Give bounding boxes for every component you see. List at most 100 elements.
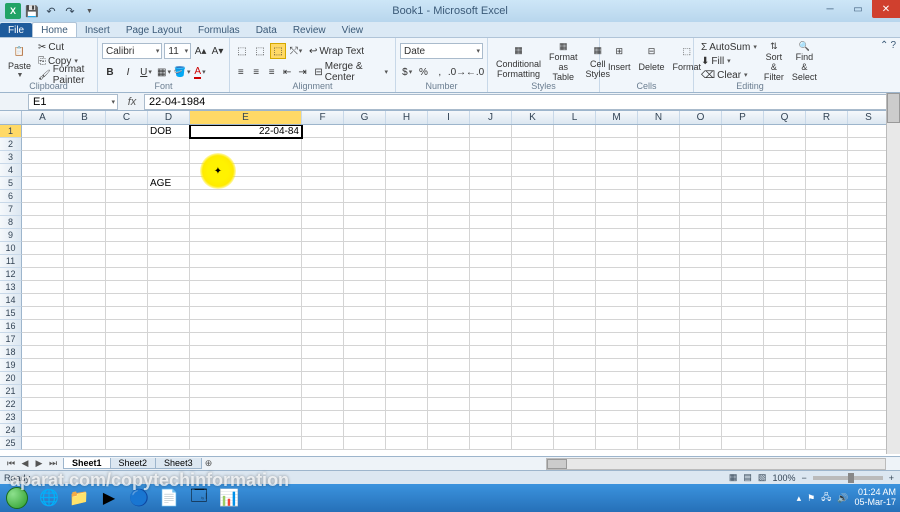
row-header-18[interactable]: 18 <box>0 346 22 359</box>
increase-indent-icon[interactable]: ⇥ <box>296 64 309 80</box>
cell-B25[interactable] <box>64 437 106 450</box>
col-header-L[interactable]: L <box>554 111 596 124</box>
cell-B14[interactable] <box>64 294 106 307</box>
align-bottom-icon[interactable]: ⬚ <box>270 43 286 59</box>
cell-D22[interactable] <box>148 398 190 411</box>
cell-H22[interactable] <box>386 398 428 411</box>
zoom-slider[interactable] <box>813 476 883 480</box>
cell-C20[interactable] <box>106 372 148 385</box>
cell-R4[interactable] <box>806 164 848 177</box>
cell-R5[interactable] <box>806 177 848 190</box>
cell-I6[interactable] <box>428 190 470 203</box>
cell-P19[interactable] <box>722 359 764 372</box>
cell-C24[interactable] <box>106 424 148 437</box>
cell-P11[interactable] <box>722 255 764 268</box>
tab-formulas[interactable]: Formulas <box>190 23 248 37</box>
cell-B3[interactable] <box>64 151 106 164</box>
cell-D17[interactable] <box>148 333 190 346</box>
cell-J15[interactable] <box>470 307 512 320</box>
cell-D24[interactable] <box>148 424 190 437</box>
cell-B1[interactable] <box>64 125 106 138</box>
cell-R1[interactable] <box>806 125 848 138</box>
cell-C14[interactable] <box>106 294 148 307</box>
cell-H25[interactable] <box>386 437 428 450</box>
cell-H13[interactable] <box>386 281 428 294</box>
border-button[interactable]: ▦▾ <box>156 64 172 80</box>
cell-G10[interactable] <box>344 242 386 255</box>
cell-L14[interactable] <box>554 294 596 307</box>
cell-E9[interactable] <box>190 229 302 242</box>
orientation-icon[interactable]: ⤲▾ <box>288 43 304 59</box>
cell-B19[interactable] <box>64 359 106 372</box>
cell-J10[interactable] <box>470 242 512 255</box>
cell-J20[interactable] <box>470 372 512 385</box>
cell-H1[interactable] <box>386 125 428 138</box>
col-header-B[interactable]: B <box>64 111 106 124</box>
cell-I5[interactable] <box>428 177 470 190</box>
cell-Q12[interactable] <box>764 268 806 281</box>
cell-E21[interactable] <box>190 385 302 398</box>
cell-L12[interactable] <box>554 268 596 281</box>
tray-flag-icon[interactable]: ⚑ <box>807 493 815 504</box>
cell-A2[interactable] <box>22 138 64 151</box>
cell-N19[interactable] <box>638 359 680 372</box>
cell-O20[interactable] <box>680 372 722 385</box>
cell-R21[interactable] <box>806 385 848 398</box>
cell-L4[interactable] <box>554 164 596 177</box>
cell-A3[interactable] <box>22 151 64 164</box>
cell-D12[interactable] <box>148 268 190 281</box>
row-header-6[interactable]: 6 <box>0 190 22 203</box>
cell-J3[interactable] <box>470 151 512 164</box>
cell-A16[interactable] <box>22 320 64 333</box>
cell-S14[interactable] <box>848 294 890 307</box>
cell-S24[interactable] <box>848 424 890 437</box>
cell-L8[interactable] <box>554 216 596 229</box>
cell-F6[interactable] <box>302 190 344 203</box>
cell-P1[interactable] <box>722 125 764 138</box>
cell-G1[interactable] <box>344 125 386 138</box>
cell-Q20[interactable] <box>764 372 806 385</box>
cell-H3[interactable] <box>386 151 428 164</box>
cell-L2[interactable] <box>554 138 596 151</box>
minimize-button[interactable]: ─ <box>816 0 844 18</box>
cell-G11[interactable] <box>344 255 386 268</box>
cell-B15[interactable] <box>64 307 106 320</box>
cell-D20[interactable] <box>148 372 190 385</box>
cell-C21[interactable] <box>106 385 148 398</box>
task-excel-icon[interactable]: 📊 <box>215 486 243 510</box>
cell-S4[interactable] <box>848 164 890 177</box>
cell-E13[interactable] <box>190 281 302 294</box>
cell-F22[interactable] <box>302 398 344 411</box>
cell-Q19[interactable] <box>764 359 806 372</box>
tab-home[interactable]: Home <box>32 22 77 37</box>
font-size-select[interactable]: 11▾ <box>164 43 191 59</box>
cell-G17[interactable] <box>344 333 386 346</box>
cell-H12[interactable] <box>386 268 428 281</box>
cell-K14[interactable] <box>512 294 554 307</box>
cell-R7[interactable] <box>806 203 848 216</box>
cell-Q24[interactable] <box>764 424 806 437</box>
cell-F16[interactable] <box>302 320 344 333</box>
cell-J16[interactable] <box>470 320 512 333</box>
fx-icon[interactable]: fx <box>124 96 140 108</box>
cell-E11[interactable] <box>190 255 302 268</box>
cell-R17[interactable] <box>806 333 848 346</box>
new-sheet-icon[interactable]: ⊕ <box>202 458 216 469</box>
cell-M17[interactable] <box>596 333 638 346</box>
cell-L13[interactable] <box>554 281 596 294</box>
cell-P25[interactable] <box>722 437 764 450</box>
cell-C18[interactable] <box>106 346 148 359</box>
conditional-formatting-button[interactable]: ▦Conditional Formatting <box>492 40 545 82</box>
cell-K22[interactable] <box>512 398 554 411</box>
cell-G4[interactable] <box>344 164 386 177</box>
cell-F2[interactable] <box>302 138 344 151</box>
cell-J2[interactable] <box>470 138 512 151</box>
cell-L18[interactable] <box>554 346 596 359</box>
cell-H24[interactable] <box>386 424 428 437</box>
underline-button[interactable]: U▾ <box>138 64 154 80</box>
cell-B23[interactable] <box>64 411 106 424</box>
cell-P6[interactable] <box>722 190 764 203</box>
cell-N3[interactable] <box>638 151 680 164</box>
cell-Q25[interactable] <box>764 437 806 450</box>
row-header-4[interactable]: 4 <box>0 164 22 177</box>
